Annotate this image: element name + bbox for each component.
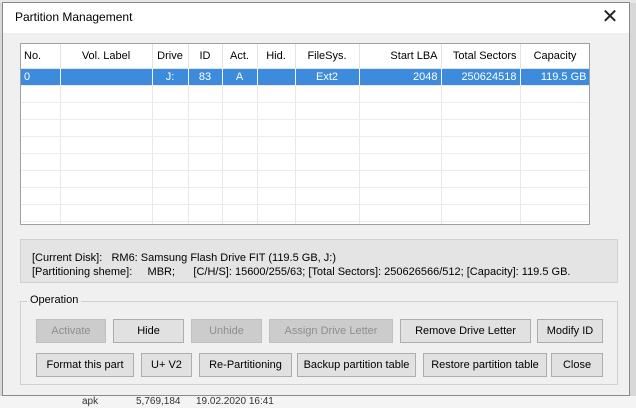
background-file-list-peek: apk 5,769,184 19.02.2020 16:41 bbox=[0, 396, 636, 408]
background-file-date: 19.02.2020 16:41 bbox=[196, 396, 274, 407]
format-this-part-button[interactable]: Format this part bbox=[36, 353, 134, 377]
partition-list[interactable]: No. Vol. Label Drive ID Act. Hid. FileSy… bbox=[20, 43, 590, 225]
empty-row bbox=[21, 221, 589, 224]
column-header-hid[interactable]: Hid. bbox=[257, 44, 296, 69]
empty-row bbox=[21, 187, 589, 205]
empty-row bbox=[21, 153, 589, 171]
column-header-act[interactable]: Act. bbox=[222, 44, 258, 69]
empty-row bbox=[21, 136, 589, 154]
cell-act: A bbox=[222, 68, 258, 86]
column-header-drive[interactable]: Drive bbox=[152, 44, 189, 69]
background-file-size: 5,769,184 bbox=[136, 396, 181, 407]
cell-total-sectors: 250624518 bbox=[441, 68, 521, 86]
hide-button[interactable]: Hide bbox=[113, 319, 184, 343]
operation-group-label: Operation bbox=[27, 294, 82, 306]
column-header-start-lba[interactable]: Start LBA bbox=[359, 44, 442, 69]
column-header-id[interactable]: ID bbox=[188, 44, 223, 69]
cell-id: 83 bbox=[188, 68, 223, 86]
empty-row bbox=[21, 119, 589, 137]
partition-table: No. Vol. Label Drive ID Act. Hid. FileSy… bbox=[21, 44, 589, 224]
empty-row bbox=[21, 102, 589, 120]
table-row[interactable]: 0 J: 83 A Ext2 2048 250624518 119.5 GB bbox=[21, 68, 589, 86]
disk-info-panel: [Current Disk]: RM6: Samsung Flash Drive… bbox=[20, 239, 618, 283]
background-file-name: apk bbox=[82, 396, 99, 407]
dialog-title: Partition Management bbox=[15, 10, 133, 24]
current-disk-text: [Current Disk]: RM6: Samsung Flash Drive… bbox=[32, 252, 337, 264]
title-bar: Partition Management ✕ bbox=[3, 3, 629, 33]
restore-partition-table-button[interactable]: Restore partition table bbox=[423, 353, 547, 377]
cell-capacity: 119.5 GB bbox=[520, 68, 589, 86]
column-header-filesys[interactable]: FileSys. bbox=[295, 44, 360, 69]
re-partitioning-button[interactable]: Re-Partitioning bbox=[199, 353, 292, 377]
remove-drive-letter-button[interactable]: Remove Drive Letter bbox=[400, 319, 531, 343]
partitioning-scheme-text: [Partitioning sheme]: MBR; [C/H/S]: 1560… bbox=[32, 266, 571, 278]
empty-row bbox=[21, 204, 589, 222]
column-header-no[interactable]: No. bbox=[21, 44, 61, 69]
partition-management-dialog: Partition Management ✕ No. Vol. Label Dr… bbox=[2, 2, 630, 396]
assign-drive-letter-button[interactable]: Assign Drive Letter bbox=[269, 319, 393, 343]
cell-vol-label bbox=[60, 68, 153, 86]
cell-start-lba: 2048 bbox=[359, 68, 442, 86]
column-header-total-sectors[interactable]: Total Sectors bbox=[441, 44, 521, 69]
table-header-row: No. Vol. Label Drive ID Act. Hid. FileSy… bbox=[21, 44, 589, 69]
modify-id-button[interactable]: Modify ID bbox=[537, 319, 603, 343]
empty-row bbox=[21, 170, 589, 188]
empty-row bbox=[21, 85, 589, 103]
backup-partition-table-button[interactable]: Backup partition table bbox=[297, 353, 416, 377]
column-header-capacity[interactable]: Capacity bbox=[520, 44, 589, 69]
u-plus-v2-button[interactable]: U+ V2 bbox=[141, 353, 192, 377]
cell-hid bbox=[257, 68, 296, 86]
close-icon[interactable]: ✕ bbox=[597, 5, 623, 29]
cell-drive: J: bbox=[152, 68, 189, 86]
unhide-button[interactable]: Unhide bbox=[191, 319, 262, 343]
activate-button[interactable]: Activate bbox=[36, 319, 106, 343]
close-button[interactable]: Close bbox=[551, 353, 603, 377]
column-header-vol-label[interactable]: Vol. Label bbox=[60, 44, 153, 69]
cell-no: 0 bbox=[21, 68, 61, 86]
cell-filesys: Ext2 bbox=[295, 68, 360, 86]
